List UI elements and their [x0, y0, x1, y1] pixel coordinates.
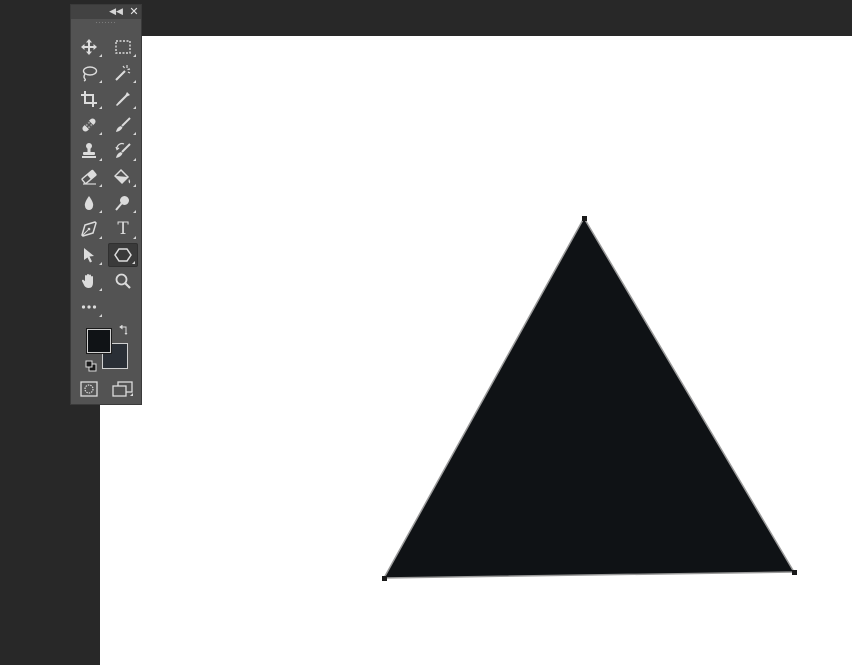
collapse-icon[interactable]: ◀◀: [109, 5, 123, 19]
paint-bucket-tool[interactable]: [108, 165, 138, 189]
anchor-point-top[interactable]: [582, 216, 587, 221]
drop-icon: [84, 196, 94, 210]
crop-tool[interactable]: [74, 87, 104, 111]
more-dots-icon: [81, 305, 97, 309]
path-selection-tool[interactable]: [74, 243, 104, 267]
dodge-icon: [115, 196, 129, 211]
swap-colors-icon[interactable]: [117, 325, 129, 337]
eyedropper-tool[interactable]: [108, 87, 138, 111]
eraser-icon: [81, 169, 97, 185]
eraser-tool[interactable]: [74, 165, 104, 189]
clone-stamp-tool[interactable]: [74, 139, 104, 163]
brush-icon: [116, 117, 131, 132]
polygon-tool[interactable]: [108, 243, 138, 267]
eyedropper-icon: [116, 92, 130, 106]
stamp-icon: [82, 143, 96, 158]
magic-wand-icon: [115, 65, 131, 81]
rectangular-marquee-tool[interactable]: [108, 35, 138, 59]
default-colors-icon[interactable]: [85, 360, 97, 372]
close-icon[interactable]: ✕: [127, 5, 141, 19]
triangle-shape[interactable]: [382, 216, 796, 579]
shape-layer[interactable]: [100, 36, 852, 665]
brush-tool[interactable]: [108, 113, 138, 137]
foreground-color-swatch[interactable]: [86, 328, 112, 354]
document-canvas[interactable]: [100, 36, 852, 665]
screen-mode-icon[interactable]: [111, 380, 135, 398]
marquee-icon: [115, 40, 131, 54]
lasso-tool[interactable]: [74, 61, 104, 85]
anchor-point-right[interactable]: [792, 570, 797, 575]
zoom-tool[interactable]: [108, 269, 138, 293]
type-tool[interactable]: T: [108, 217, 138, 241]
type-icon: T: [117, 219, 129, 239]
hexagon-icon: [114, 248, 132, 262]
bandage-icon: [82, 118, 96, 132]
edit-toolbar[interactable]: [74, 295, 104, 319]
tools-panel: ◀◀ ✕ T: [70, 4, 142, 405]
pen-icon: [81, 221, 97, 237]
blur-tool[interactable]: [74, 191, 104, 215]
lasso-icon: [82, 66, 98, 82]
tools-panel-header[interactable]: ◀◀ ✕: [71, 5, 141, 19]
magic-wand-tool[interactable]: [108, 61, 138, 85]
anchor-point-left[interactable]: [382, 576, 387, 581]
arrow-cursor-icon: [84, 248, 94, 263]
crop-icon: [81, 91, 97, 107]
hand-tool[interactable]: [74, 269, 104, 293]
healing-brush-tool[interactable]: [74, 113, 104, 137]
paint-bucket-icon: [114, 168, 131, 185]
history-brush-icon: [115, 142, 131, 158]
pen-tool[interactable]: [74, 217, 104, 241]
panel-grip[interactable]: [95, 21, 117, 24]
move-tool[interactable]: [74, 35, 104, 59]
move-icon: [81, 39, 97, 55]
history-brush-tool[interactable]: [108, 139, 138, 163]
hand-icon: [81, 274, 93, 288]
dodge-tool[interactable]: [108, 191, 138, 215]
magnifier-icon: [115, 273, 131, 289]
quick-mask-icon[interactable]: [79, 380, 99, 398]
